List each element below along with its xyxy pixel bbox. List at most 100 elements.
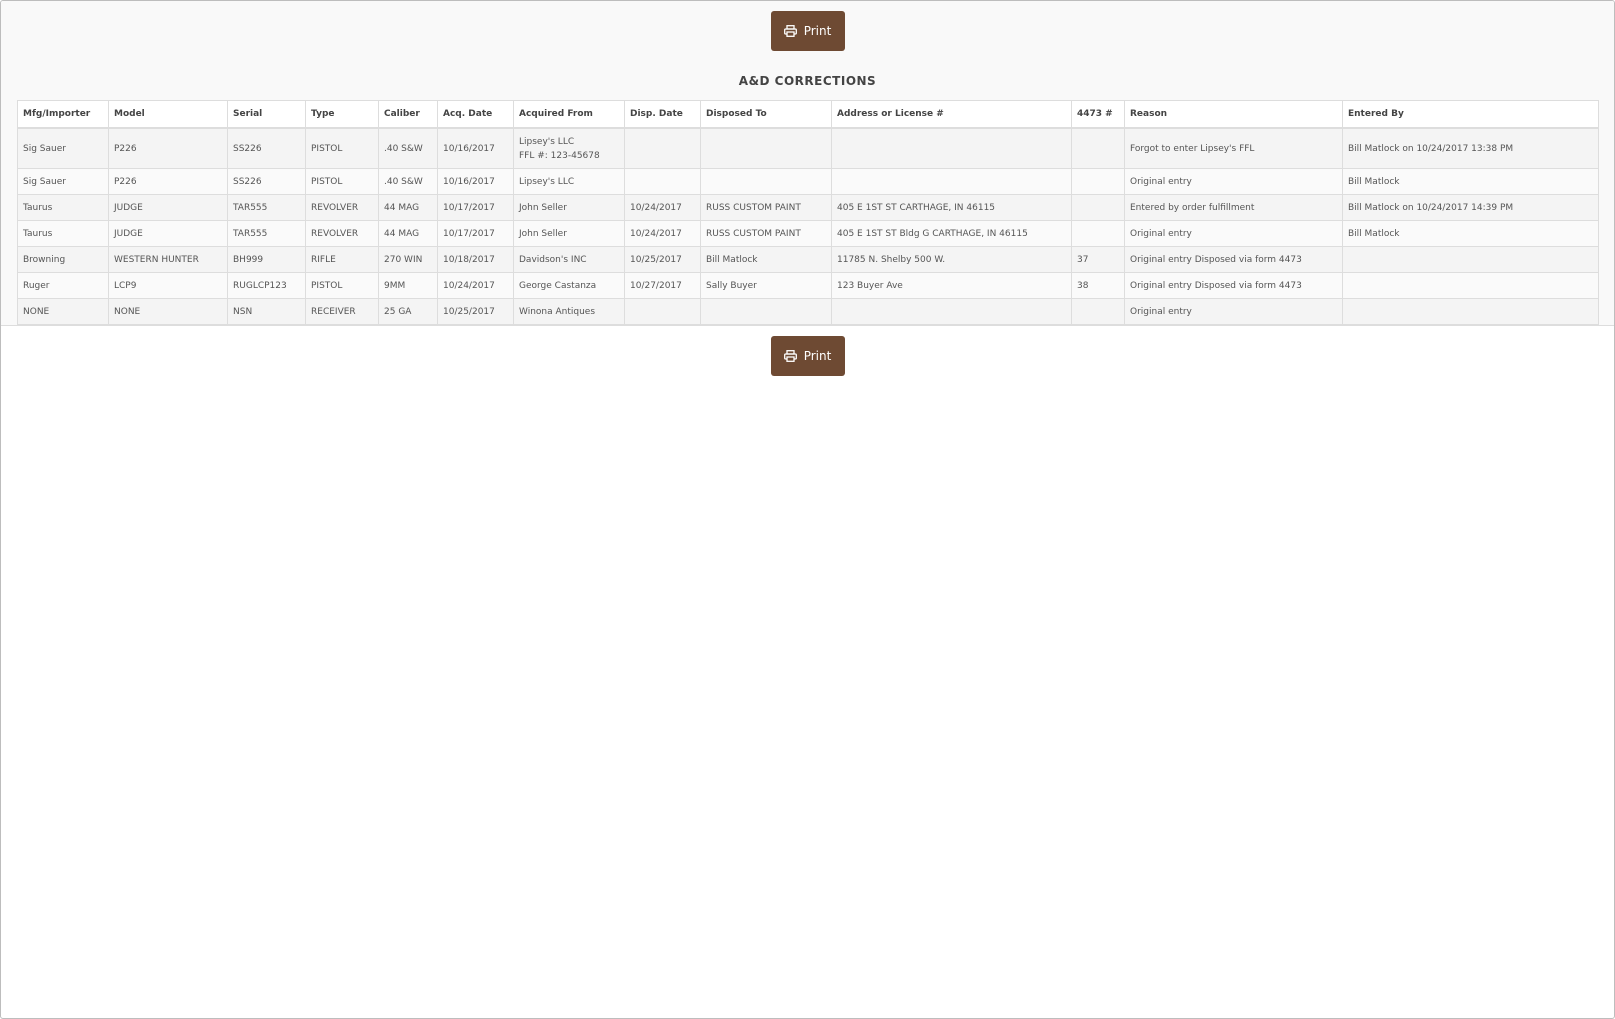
printer-icon [783, 350, 804, 362]
cell-acq-date: 10/17/2017 [437, 194, 514, 221]
cell-reason: Forgot to enter Lipsey's FFL [1124, 127, 1343, 169]
cell-disposed-to [700, 298, 832, 325]
cell-acquired-from: John Seller [513, 194, 625, 221]
cell-caliber: 270 WIN [378, 246, 438, 273]
column-header-acq-date[interactable]: Acq. Date [437, 100, 514, 129]
cell-disp-date: 10/24/2017 [624, 194, 701, 221]
cell-serial: SS226 [227, 127, 306, 169]
cell-acq-date: 10/18/2017 [437, 246, 514, 273]
report-title: A&D CORRECTIONS [738, 74, 877, 88]
cell-entered-by [1342, 272, 1599, 299]
table-row: Taurus JUDGE TAR555 REVOLVER 44 MAG 10/1… [17, 220, 1599, 247]
column-header-acquired-from[interactable]: Acquired From [513, 100, 625, 129]
column-header-type[interactable]: Type [305, 100, 379, 129]
cell-caliber: 44 MAG [378, 194, 438, 221]
cell-mfg: Taurus [17, 194, 109, 221]
cell-reason: Original entry [1124, 220, 1343, 247]
cell-4473 [1071, 220, 1125, 247]
cell-acq-date: 10/25/2017 [437, 298, 514, 325]
column-header-address[interactable]: Address or License # [831, 100, 1072, 129]
cell-caliber: 25 GA [378, 298, 438, 325]
table-row: Ruger LCP9 RUGLCP123 PISTOL 9MM 10/24/20… [17, 272, 1599, 299]
cell-disposed-to [700, 127, 832, 169]
column-header-4473[interactable]: 4473 # [1071, 100, 1125, 129]
column-header-mfg[interactable]: Mfg/Importer [17, 100, 109, 129]
cell-caliber: 9MM [378, 272, 438, 299]
cell-serial: NSN [227, 298, 306, 325]
cell-type: RECEIVER [305, 298, 379, 325]
print-button-label: Print [803, 349, 832, 363]
cell-mfg: Taurus [17, 220, 109, 247]
cell-disp-date: 10/25/2017 [624, 246, 701, 273]
cell-mfg: NONE [17, 298, 109, 325]
cell-acq-date: 10/16/2017 [437, 168, 514, 195]
cell-serial: RUGLCP123 [227, 272, 306, 299]
table-row: NONE NONE NSN RECEIVER 25 GA 10/25/2017 … [17, 298, 1599, 325]
cell-4473 [1071, 298, 1125, 325]
cell-disp-date: 10/27/2017 [624, 272, 701, 299]
cell-serial: TAR555 [227, 194, 306, 221]
cell-address: 405 E 1ST ST Bldg G CARTHAGE, IN 46115 [831, 220, 1072, 247]
cell-4473 [1071, 168, 1125, 195]
cell-model: LCP9 [108, 272, 228, 299]
column-header-entered-by[interactable]: Entered By [1342, 100, 1599, 129]
cell-entered-by [1342, 298, 1599, 325]
cell-disposed-to: Sally Buyer [700, 272, 832, 299]
table-row: Browning WESTERN HUNTER BH999 RIFLE 270 … [17, 246, 1599, 273]
cell-model: P226 [108, 168, 228, 195]
acquired-from-ffl: FFL #: 123-45678 [519, 150, 600, 161]
cell-mfg: Sig Sauer [17, 168, 109, 195]
cell-disposed-to: RUSS CUSTOM PAINT [700, 220, 832, 247]
cell-entered-by: Bill Matlock on 10/24/2017 13:38 PM [1342, 127, 1599, 169]
cell-reason: Original entry [1124, 168, 1343, 195]
corrections-table: Mfg/Importer Model Serial Type Caliber A… [17, 100, 1599, 325]
column-header-disposed-to[interactable]: Disposed To [700, 100, 832, 129]
cell-address [831, 127, 1072, 169]
cell-acquired-from: John Seller [513, 220, 625, 247]
top-print-row: Print [1, 11, 1614, 51]
cell-model: NONE [108, 298, 228, 325]
cell-disposed-to: Bill Matlock [700, 246, 832, 273]
print-button-top[interactable]: Print [770, 11, 845, 51]
cell-acquired-from: Lipsey's LLC FFL #: 123-45678 [513, 127, 625, 169]
cell-disp-date [624, 298, 701, 325]
cell-acquired-from: Winona Antiques [513, 298, 625, 325]
cell-reason: Original entry Disposed via form 4473 [1124, 246, 1343, 273]
cell-disp-date [624, 168, 701, 195]
column-header-reason[interactable]: Reason [1124, 100, 1343, 129]
column-header-serial[interactable]: Serial [227, 100, 306, 129]
cell-caliber: .40 S&W [378, 168, 438, 195]
print-button-bottom[interactable]: Print [770, 336, 845, 376]
cell-model: JUDGE [108, 194, 228, 221]
cell-mfg: Sig Sauer [17, 127, 109, 169]
acquired-from-name: Lipsey's LLC [519, 136, 575, 147]
cell-type: PISTOL [305, 272, 379, 299]
cell-acquired-from: Lipsey's LLC [513, 168, 625, 195]
cell-reason: Entered by order fulfillment [1124, 194, 1343, 221]
cell-address: 123 Buyer Ave [831, 272, 1072, 299]
cell-caliber: 44 MAG [378, 220, 438, 247]
printer-icon [783, 25, 804, 37]
cell-address [831, 298, 1072, 325]
cell-disposed-to [700, 168, 832, 195]
cell-type: REVOLVER [305, 194, 379, 221]
cell-model: WESTERN HUNTER [108, 246, 228, 273]
cell-type: RIFLE [305, 246, 379, 273]
column-header-caliber[interactable]: Caliber [378, 100, 438, 129]
report-panel: Print A&D CORRECTIONS Mfg/Importer Model… [1, 1, 1614, 326]
table-row: Sig Sauer P226 SS226 PISTOL .40 S&W 10/1… [17, 127, 1599, 169]
bottom-print-row: Print [1, 336, 1614, 376]
cell-4473 [1071, 127, 1125, 169]
cell-reason: Original entry [1124, 298, 1343, 325]
cell-disp-date: 10/24/2017 [624, 220, 701, 247]
cell-mfg: Ruger [17, 272, 109, 299]
report-page: Print A&D CORRECTIONS Mfg/Importer Model… [0, 0, 1615, 1019]
cell-address [831, 168, 1072, 195]
cell-serial: TAR555 [227, 220, 306, 247]
column-header-disp-date[interactable]: Disp. Date [624, 100, 701, 129]
column-header-model[interactable]: Model [108, 100, 228, 129]
cell-caliber: .40 S&W [378, 127, 438, 169]
cell-disposed-to: RUSS CUSTOM PAINT [700, 194, 832, 221]
cell-acquired-from: Davidson's INC [513, 246, 625, 273]
table-header-row: Mfg/Importer Model Serial Type Caliber A… [17, 100, 1599, 129]
